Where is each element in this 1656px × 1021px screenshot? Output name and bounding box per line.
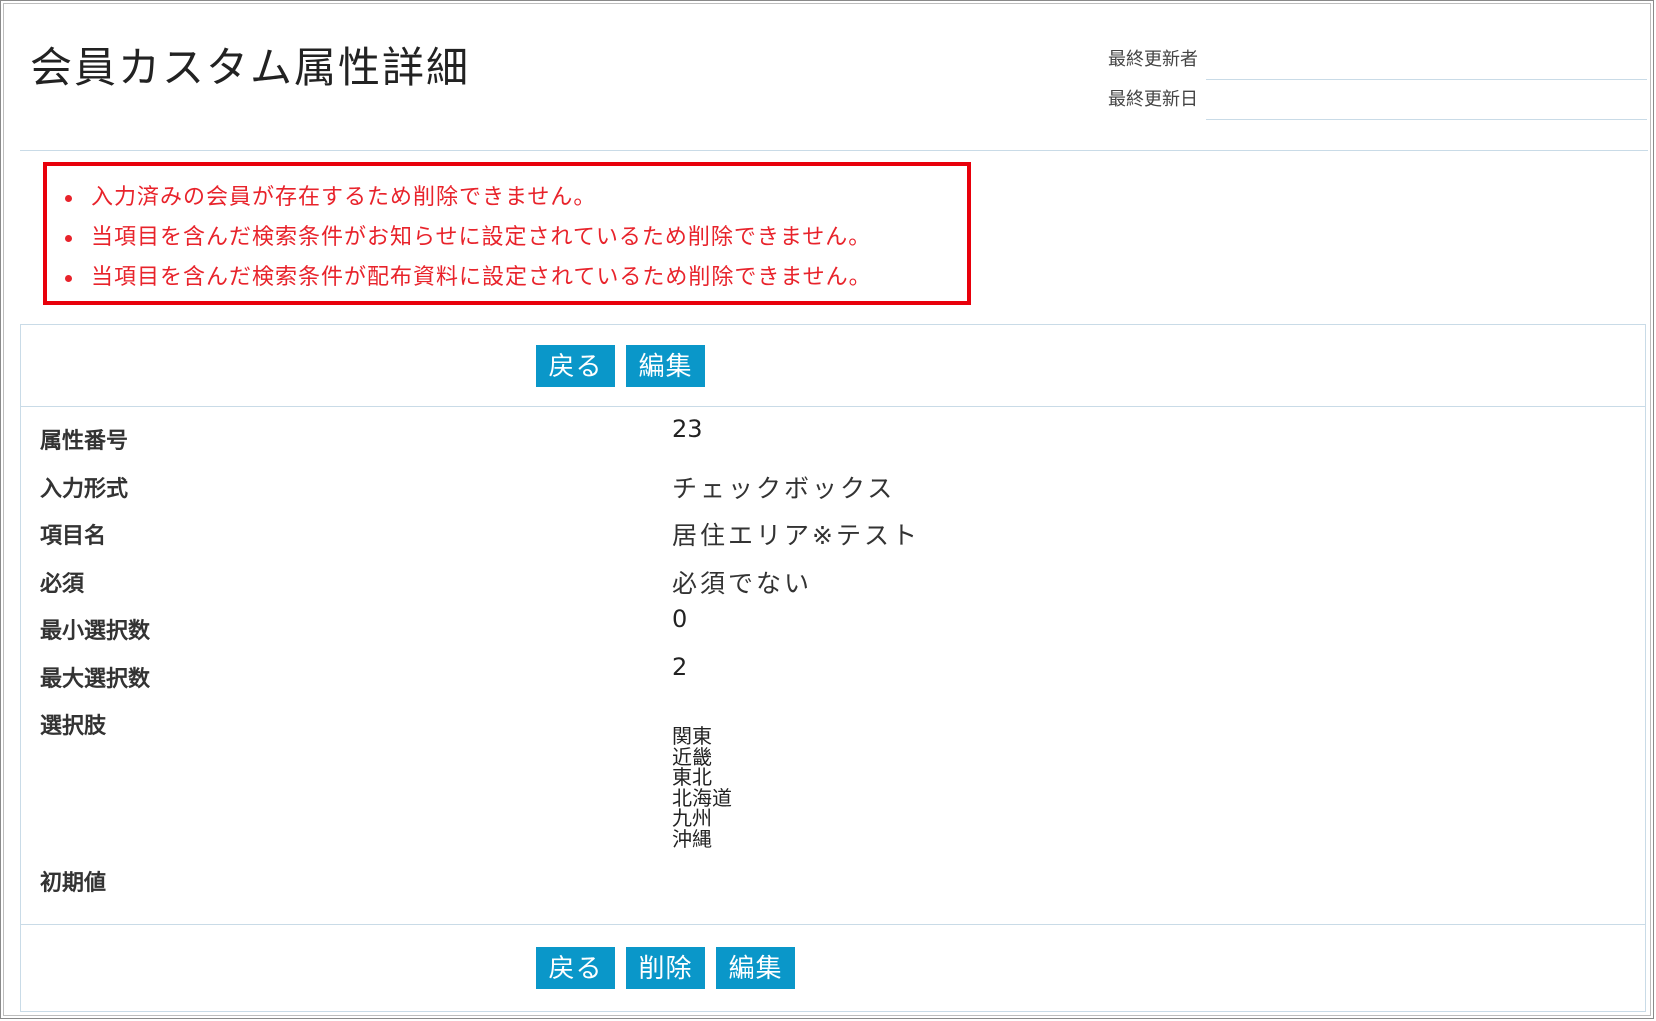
input-type-value: チェックボックス: [672, 473, 896, 503]
top-button-bar: 戻る 編集: [21, 325, 1645, 407]
option-item: 沖縄: [672, 826, 712, 851]
row-attr-no: 属性番号 23: [21, 407, 1645, 455]
required-label: 必須: [40, 571, 85, 597]
bottom-button-group: 戻る 削除 編集: [536, 947, 795, 989]
last-updated-date-row: 最終更新日: [1082, 78, 1647, 120]
detail-rows: 属性番号 23 入力形式 チェックボックス 項目名 居住エリア※テスト 必須 必…: [21, 407, 1645, 905]
row-input-type: 入力形式 チェックボックス: [21, 455, 1645, 503]
last-updated-date-label: 最終更新日: [1108, 89, 1198, 110]
edit-button-top[interactable]: 編集: [626, 344, 705, 387]
error-item: 当項目を含んだ検索条件が配布資料に設定されているため削除できません。: [65, 258, 967, 298]
item-name-value: 居住エリア※テスト: [672, 521, 920, 550]
back-button-bottom[interactable]: 戻る: [536, 947, 615, 989]
back-button-top[interactable]: 戻る: [536, 344, 615, 387]
update-meta: 最終更新者 最終更新日: [1082, 38, 1647, 120]
detail-panel: 戻る 編集 属性番号 23 入力形式 チェックボックス 項目名 居住エリア※テス…: [20, 324, 1646, 1012]
options-list: 関東 近畿 東北 北海道 九州 沖縄: [672, 726, 732, 849]
min-select-label: 最小選択数: [40, 619, 151, 644]
option-item: 近畿: [672, 744, 712, 769]
error-text: 入力済みの会員が存在するため削除できません。: [91, 185, 597, 210]
error-text: 当項目を含んだ検索条件がお知らせに設定されているため削除できません。: [91, 225, 872, 250]
bottom-button-bar: 戻る 削除 編集: [21, 924, 1645, 1011]
last-updated-by-value: [1206, 43, 1647, 80]
option-item: 東北: [672, 765, 712, 789]
title-divider: [20, 150, 1648, 151]
option-item: 北海道: [672, 785, 732, 810]
row-options: 選択肢 関東 近畿 東北 北海道 九州 沖縄: [21, 692, 1645, 857]
option-item: 関東: [672, 724, 712, 748]
options-label: 選択肢: [40, 714, 107, 739]
row-initial: 初期値: [21, 857, 1645, 905]
attr-no-value: 23: [672, 415, 703, 443]
error-text: 当項目を含んだ検索条件が配布資料に設定されているため削除できません。: [91, 265, 872, 290]
input-type-label: 入力形式: [40, 476, 129, 502]
max-select-label: 最大選択数: [40, 666, 151, 692]
page-title: 会員カスタム属性詳細: [30, 43, 471, 92]
row-max-select: 最大選択数 2: [21, 645, 1645, 693]
attr-no-label: 属性番号: [40, 429, 129, 454]
bullet-icon: [65, 195, 72, 202]
row-min-select: 最小選択数 0: [21, 597, 1645, 645]
bullet-icon: [65, 235, 72, 242]
error-item: 当項目を含んだ検索条件がお知らせに設定されているため削除できません。: [65, 218, 967, 258]
bullet-icon: [65, 275, 72, 282]
row-item-name: 項目名 居住エリア※テスト: [21, 502, 1645, 550]
item-name-label: 項目名: [40, 524, 107, 549]
top-button-group: 戻る 編集: [536, 344, 705, 387]
last-updated-by-row: 最終更新者: [1082, 38, 1647, 80]
last-updated-date-value: [1206, 83, 1647, 120]
error-item: 入力済みの会員が存在するため削除できません。: [65, 178, 967, 218]
min-select-value: 0: [672, 605, 688, 633]
delete-button[interactable]: 削除: [626, 947, 705, 989]
initial-label: 初期値: [40, 871, 107, 896]
required-value: 必須でない: [672, 568, 813, 598]
edit-button-bottom[interactable]: 編集: [716, 947, 795, 989]
error-message-box: 入力済みの会員が存在するため削除できません。 当項目を含んだ検索条件がお知らせに…: [43, 162, 971, 305]
error-list: 入力済みの会員が存在するため削除できません。 当項目を含んだ検索条件がお知らせに…: [47, 166, 967, 298]
option-item: 九州: [672, 806, 712, 830]
row-required: 必須 必須でない: [21, 550, 1645, 598]
max-select-value: 2: [672, 652, 688, 681]
last-updated-by-label: 最終更新者: [1108, 49, 1198, 70]
